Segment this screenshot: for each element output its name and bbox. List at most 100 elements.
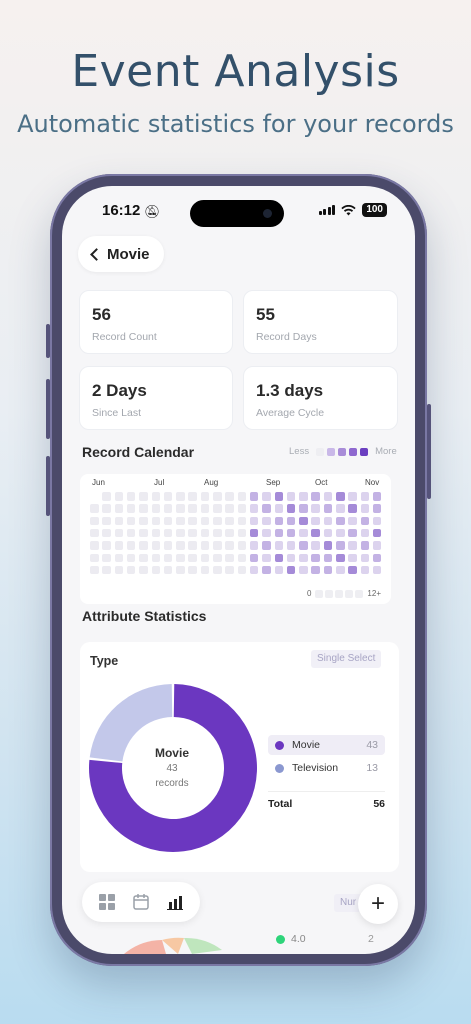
legend-dot [275, 740, 284, 750]
legend-more: More [375, 446, 397, 457]
scale-min: 0 [306, 589, 312, 598]
legend-less: Less [289, 446, 310, 457]
calendar-day-cell [336, 528, 345, 538]
legend-item-television[interactable]: Television 13 [268, 758, 385, 778]
total-value: 56 [373, 798, 385, 810]
stat-value: 55 [256, 305, 275, 324]
calendar-day-cell [114, 565, 124, 575]
bar-chart-icon[interactable] [166, 893, 184, 911]
partial-pie-chart [124, 937, 222, 954]
calendar-day-cell [249, 516, 259, 526]
calendar-day-cell [163, 541, 173, 550]
calendar-day-cell [200, 516, 210, 526]
calendar-day-cell [188, 504, 197, 513]
legend-item-movie[interactable]: Movie 43 [268, 735, 385, 755]
calendar-day-cell [360, 553, 370, 562]
calendar-day-cell [262, 516, 271, 526]
calendar-title: Record Calendar [82, 444, 195, 460]
calendar-intensity-legend: Less More [289, 446, 397, 457]
calendar-day-cell [102, 541, 111, 550]
calendar-day-cell [262, 528, 271, 538]
calendar-day-cell [237, 541, 247, 550]
calendar-day-cell [126, 565, 136, 575]
calendar-day-cell [151, 516, 160, 526]
legend-count: 13 [366, 762, 378, 774]
calendar-day-cell [360, 492, 370, 501]
calendar-day-cell [114, 553, 124, 562]
calendar-day-cell [90, 516, 99, 526]
grid-icon[interactable] [98, 893, 116, 911]
calendar-day-cell [176, 565, 185, 575]
calendar-day-cell [139, 565, 148, 575]
calendar-day-cell [114, 541, 124, 550]
calendar-day-cell [286, 492, 296, 501]
calendar-day-cell [323, 553, 333, 562]
calendar-day-cell [311, 541, 320, 550]
stat-card-average-cycle: 1.3 days Average Cycle [243, 366, 398, 430]
calendar-day-cell [225, 541, 234, 550]
calendar-day-cell [311, 553, 320, 562]
legend-dot [275, 763, 284, 773]
app-screen: 16:12 🔕︎ 100 Movie 56 Record Count 55 Re… [62, 186, 415, 954]
calendar-day-cell [225, 516, 234, 526]
add-button[interactable]: + [358, 884, 398, 924]
scale-max: 12+ [367, 589, 381, 598]
calendar-day-cell [249, 492, 259, 501]
plus-icon: + [370, 890, 385, 917]
calendar-day-cell [90, 541, 99, 550]
calendar-day-cell [360, 528, 370, 538]
promo-subtitle: Automatic statistics for your records [17, 110, 454, 138]
calendar-day-cell [311, 504, 320, 513]
calendar-day-cell [151, 528, 160, 538]
calendar-day-cell [200, 553, 210, 562]
calendar-day-cell [262, 565, 271, 575]
single-select-chip[interactable]: Single Select [311, 650, 382, 668]
calendar-day-cell [213, 553, 222, 562]
calendar-day-cell [102, 492, 111, 501]
calendar-day-cell [126, 541, 136, 550]
month-label: Jul [154, 478, 165, 487]
calendar-day-cell [163, 565, 173, 575]
calendar-day-cell [262, 504, 271, 513]
calendar-day-cell [188, 516, 197, 526]
calendar-day-cell [139, 492, 148, 501]
calendar-day-cell [274, 553, 283, 562]
calendar-day-cell [225, 528, 234, 538]
calendar-day-cell [274, 504, 283, 513]
calendar-day-cell [200, 541, 210, 550]
calendar-day-cell [237, 492, 247, 501]
calendar-day-cell [237, 565, 247, 575]
calendar-day-cell [336, 541, 345, 550]
month-label: Oct [315, 478, 328, 487]
calendar-day-cell [299, 504, 308, 513]
type-label: Type [90, 654, 119, 668]
calendar-day-cell [151, 553, 160, 562]
calendar-day-cell [126, 492, 136, 501]
calendar-day-cell [372, 516, 382, 526]
calendar-day-cell [299, 528, 308, 538]
back-label: Movie [107, 245, 150, 263]
peek-value: 4.0 [291, 933, 306, 945]
calendar-icon[interactable] [132, 893, 150, 911]
calendar-day-cell [213, 528, 222, 538]
calendar-day-cell [237, 553, 247, 562]
back-button[interactable]: Movie [78, 236, 164, 272]
calendar-day-cell [188, 541, 197, 550]
calendar-day-cell [360, 565, 370, 575]
calendar-day-cell [336, 504, 345, 513]
chevron-left-icon [90, 247, 103, 261]
calendar-day-cell [286, 565, 296, 575]
calendar-day-cell [139, 516, 148, 526]
calendar-day-cell [311, 565, 320, 575]
calendar-day-cell [102, 528, 111, 538]
calendar-day-cell [336, 492, 345, 501]
calendar-day-cell [225, 553, 234, 562]
stat-card-since-last: 2 Days Since Last [79, 366, 233, 430]
calendar-day-cell [151, 541, 160, 550]
status-time: 16:12 [102, 202, 141, 219]
calendar-day-cell [249, 541, 259, 550]
calendar-day-cell [237, 528, 247, 538]
calendar-day-cell [200, 565, 210, 575]
calendar-day-cell [336, 565, 345, 575]
calendar-day-cell [213, 504, 222, 513]
